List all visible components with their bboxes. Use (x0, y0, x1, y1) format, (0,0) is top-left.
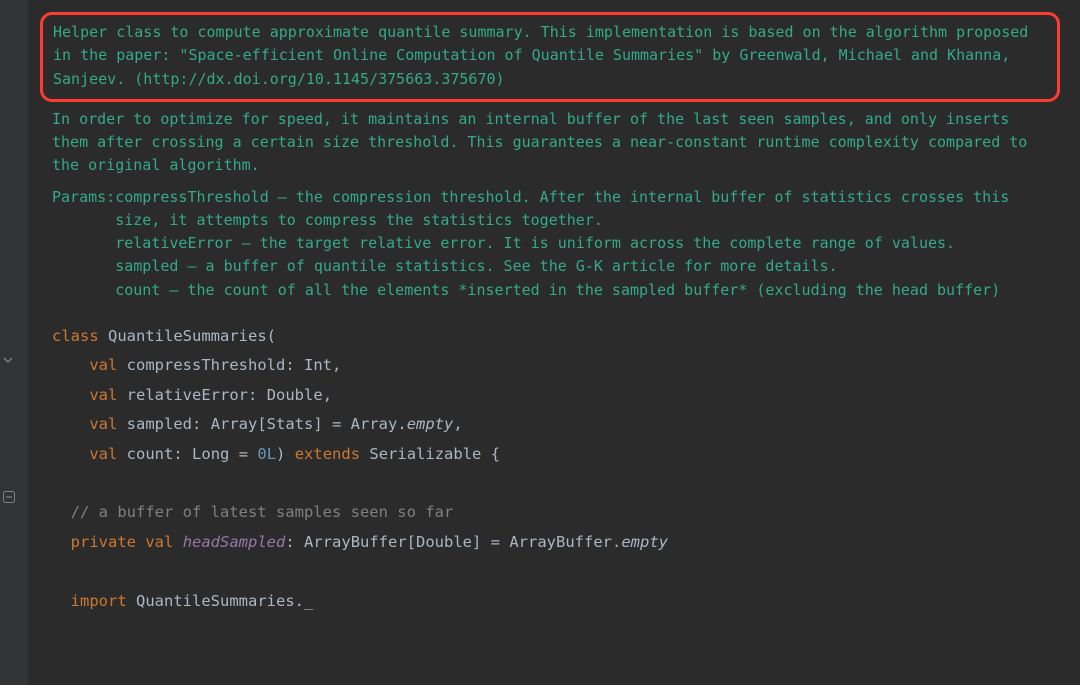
object: ArrayBuffer (509, 533, 612, 551)
brace: { (491, 445, 500, 463)
type: ArrayBuffer[Double] (304, 533, 481, 551)
colon: : (248, 386, 257, 404)
keyword-val: val (145, 533, 173, 551)
doc-param: compressThreshold – the compression thre… (115, 186, 1048, 233)
equals: = (229, 445, 257, 463)
doc-params-label: Params: (52, 186, 115, 302)
import-target: QuantileSummaries._ (136, 592, 313, 610)
keyword-val: val (89, 445, 117, 463)
keyword-class: class (52, 327, 99, 345)
paren: ( (267, 327, 276, 345)
keyword-val: val (89, 356, 117, 374)
comma: , (323, 386, 332, 404)
param-name: sampled (127, 415, 192, 433)
colon: : (285, 356, 294, 374)
doc-summary-highlighted: Helper class to compute approximate quan… (40, 12, 1060, 102)
field-name: headSampled (183, 533, 286, 551)
gutter-collapse-icon[interactable] (2, 490, 16, 504)
dot: . (612, 533, 621, 551)
param-name: count (127, 445, 174, 463)
class-name: QuantileSummaries (108, 327, 267, 345)
keyword-val: val (89, 386, 117, 404)
editor-gutter (0, 0, 28, 685)
method: empty (621, 533, 668, 551)
doc-popup: Helper class to compute approximate quan… (28, 0, 1080, 314)
literal: 0L (257, 445, 276, 463)
keyword-extends: extends (295, 445, 360, 463)
doc-param: sampled – a buffer of quantile statistic… (115, 255, 1048, 278)
gutter-marker-icon[interactable] (2, 354, 14, 366)
comma: , (332, 356, 341, 374)
doc-param: count – the count of all the elements *i… (115, 279, 1048, 302)
dot: . (397, 415, 406, 433)
comma: , (453, 415, 462, 433)
colon: : (192, 415, 201, 433)
paren: ) (276, 445, 285, 463)
type: Array[Stats] (211, 415, 323, 433)
keyword-private: private (71, 533, 136, 551)
comment: // a buffer of latest samples seen so fa… (71, 503, 454, 521)
doc-summary-text: Helper class to compute approximate quan… (53, 23, 1028, 88)
type: Int (304, 356, 332, 374)
type: Serializable (369, 445, 481, 463)
object: Array (351, 415, 398, 433)
keyword-import: import (71, 592, 127, 610)
type: Long (192, 445, 229, 463)
doc-params: Params: compressThreshold – the compress… (52, 186, 1048, 302)
equals: = (481, 533, 509, 551)
doc-params-body: compressThreshold – the compression thre… (115, 186, 1048, 302)
param-name: compressThreshold (127, 356, 286, 374)
doc-param: relativeError – the target relative erro… (115, 232, 1048, 255)
param-name: relativeError (127, 386, 248, 404)
colon: : (173, 445, 182, 463)
colon: : (285, 533, 294, 551)
equals: = (323, 415, 351, 433)
doc-paragraph-text: In order to optimize for speed, it maint… (52, 110, 1027, 175)
keyword-val: val (89, 415, 117, 433)
method: empty (407, 415, 454, 433)
type: Double (267, 386, 323, 404)
code-editor[interactable]: class QuantileSummaries( val compressThr… (28, 314, 1080, 616)
doc-paragraph: In order to optimize for speed, it maint… (52, 108, 1048, 178)
